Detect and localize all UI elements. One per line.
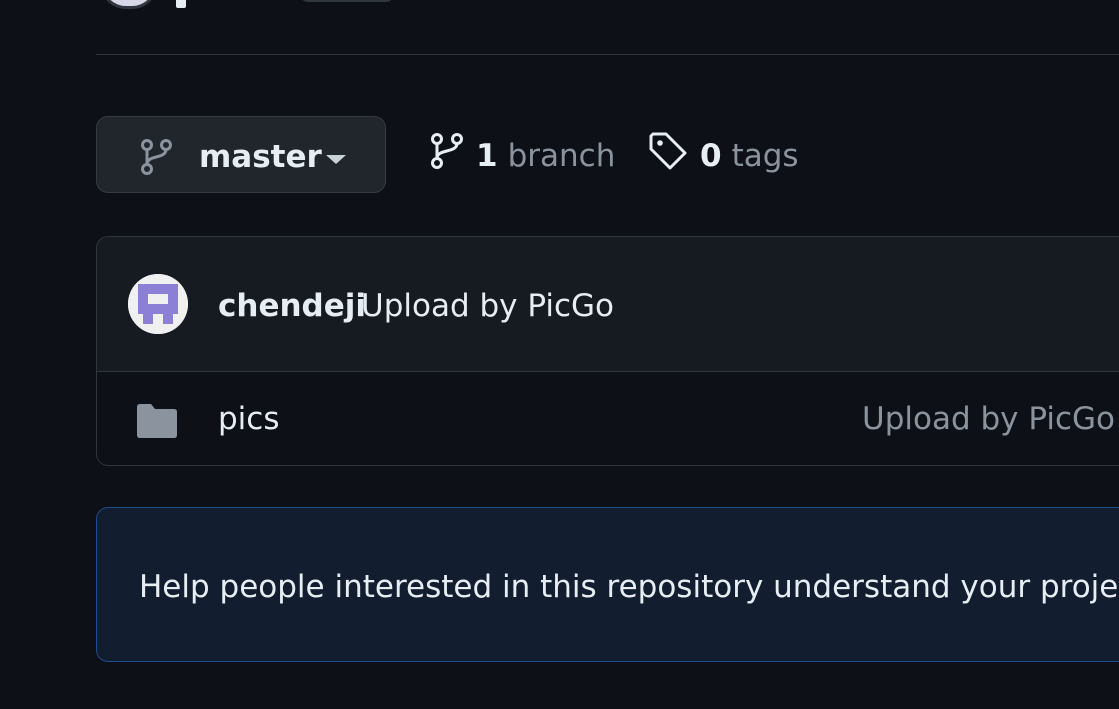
readme-prompt-box: Help people interested in this repositor… [96, 507, 1119, 662]
folder-icon [137, 404, 177, 442]
git-branch-icon [430, 132, 464, 180]
visibility-badge [300, 0, 394, 2]
latest-commit-row: chendeji Upload by PicGo [97, 237, 1119, 372]
file-name-link[interactable]: pics [218, 399, 280, 439]
caret-down-icon [326, 155, 346, 164]
commit-author-link[interactable]: chendeji [218, 286, 366, 326]
repo-name-fragment[interactable] [176, 0, 186, 8]
branch-word: branch [507, 138, 616, 174]
file-browser: chendeji Upload by PicGo pics Upload by … [96, 236, 1119, 466]
repository-page: master 1 branch 0 tags chendeji Upload b… [0, 0, 1119, 709]
tag-count: 0 [700, 138, 722, 174]
current-branch-label: master [199, 139, 322, 175]
git-branch-icon [139, 139, 173, 179]
branch-selector-button[interactable]: master [96, 116, 386, 193]
file-commit-message-link[interactable]: Upload by PicGo [862, 399, 1115, 439]
tags-link[interactable]: 0 tags [648, 132, 799, 176]
header-divider [96, 54, 1119, 55]
readme-prompt-text: Help people interested in this repositor… [139, 569, 1119, 605]
avatar[interactable] [128, 274, 188, 334]
tag-word: tags [731, 138, 799, 174]
tag-icon [648, 131, 688, 181]
commit-message-link[interactable]: Upload by PicGo [361, 286, 614, 326]
list-item[interactable]: pics Upload by PicGo [97, 372, 1119, 465]
repo-owner-avatar[interactable] [100, 0, 158, 9]
branches-link[interactable]: 1 branch [430, 133, 616, 176]
branch-count: 1 [476, 138, 498, 174]
